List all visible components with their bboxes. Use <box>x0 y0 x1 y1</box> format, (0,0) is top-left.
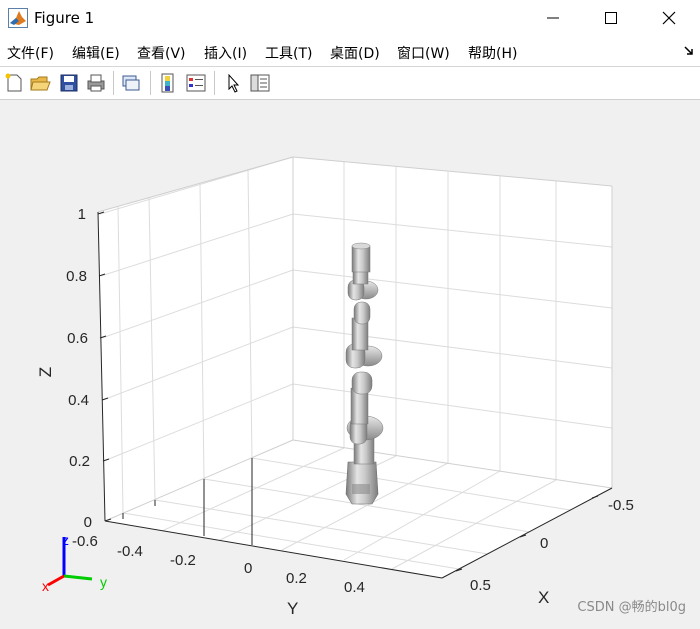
close-icon <box>662 11 676 25</box>
z-tick-label: 0 <box>84 514 92 531</box>
link-plot-icon[interactable] <box>120 72 142 94</box>
menu-help[interactable]: 帮助(H) <box>468 43 517 63</box>
new-figure-icon[interactable] <box>3 72 25 94</box>
z-tick-label: 0.6 <box>67 330 88 347</box>
back-wall-xz <box>293 157 612 488</box>
y-tick-label: 0.2 <box>286 570 307 587</box>
x-tick-label: 0 <box>540 535 548 552</box>
triad-x-label: x <box>42 578 49 594</box>
toolbar-separator <box>150 71 151 95</box>
property-inspector-icon[interactable] <box>249 72 271 94</box>
toolbar-separator <box>214 71 215 95</box>
y-tick-label: -0.6 <box>72 533 98 550</box>
figure-toolbar <box>0 67 700 100</box>
figure-canvas[interactable]: 1 0.8 0.6 0.4 0.2 0 -0.6 -0.4 -0.2 0 0.2… <box>0 100 700 625</box>
z-axis-label: Z <box>36 367 55 377</box>
watermark: CSDN @畅的bl0g <box>577 600 686 615</box>
y-axis-label: Y <box>287 599 298 618</box>
triad-x-axis <box>47 574 65 587</box>
y-tick-label: -0.2 <box>170 552 196 569</box>
edit-plot-arrow-icon[interactable] <box>222 72 244 94</box>
robot-end-effector <box>351 245 371 273</box>
y-tick-label: 0 <box>244 560 252 577</box>
legend-icon[interactable] <box>185 72 207 94</box>
maximize-icon <box>605 12 617 24</box>
maximize-button[interactable] <box>582 0 640 36</box>
close-button[interactable] <box>640 0 698 36</box>
menu-insert[interactable]: 插入(I) <box>204 43 247 63</box>
title-bar: Figure 1 <box>0 0 700 37</box>
toolbar-separator <box>113 71 114 95</box>
save-icon[interactable] <box>58 72 80 94</box>
y-tick-label: 0.4 <box>344 579 365 596</box>
robot-base <box>345 461 379 505</box>
triad-y-label: y <box>100 574 107 590</box>
menu-edit[interactable]: 编辑(E) <box>72 43 120 63</box>
z-tick-label: 0.2 <box>69 453 90 470</box>
minimize-button[interactable] <box>524 0 582 36</box>
minimize-icon <box>547 17 559 19</box>
menu-file[interactable]: 文件(F) <box>7 43 54 63</box>
menu-bar: 文件(F) 编辑(E) 查看(V) 插入(I) 工具(T) 桌面(D) 窗口(W… <box>0 36 700 67</box>
matlab-logo-icon <box>8 8 28 28</box>
z-tick-label: 0.8 <box>66 268 87 285</box>
axes-3d[interactable]: 1 0.8 0.6 0.4 0.2 0 -0.6 -0.4 -0.2 0 0.2… <box>0 100 700 625</box>
robot-joint <box>353 301 371 325</box>
triad-y-axis <box>63 574 93 581</box>
triad-z-label: z <box>62 532 69 548</box>
open-file-icon[interactable] <box>29 72 51 94</box>
z-tick-label: 1 <box>78 206 86 223</box>
print-icon[interactable] <box>85 72 107 94</box>
y-tick-label: -0.4 <box>117 543 143 560</box>
menu-desktop[interactable]: 桌面(D) <box>330 43 380 63</box>
colorbar-icon[interactable] <box>157 72 179 94</box>
window-title: Figure 1 <box>34 9 95 27</box>
menu-tools[interactable]: 工具(T) <box>265 43 312 63</box>
menu-window[interactable]: 窗口(W) <box>397 43 450 63</box>
x-axis-label: X <box>538 588 549 607</box>
dock-arrow-icon[interactable] <box>683 45 695 57</box>
x-tick-label: -0.5 <box>608 497 634 514</box>
x-tick-label: 0.5 <box>470 577 491 594</box>
robot-joint <box>351 371 373 395</box>
z-tick-label: 0.4 <box>68 392 89 409</box>
menu-view[interactable]: 查看(V) <box>137 43 186 63</box>
